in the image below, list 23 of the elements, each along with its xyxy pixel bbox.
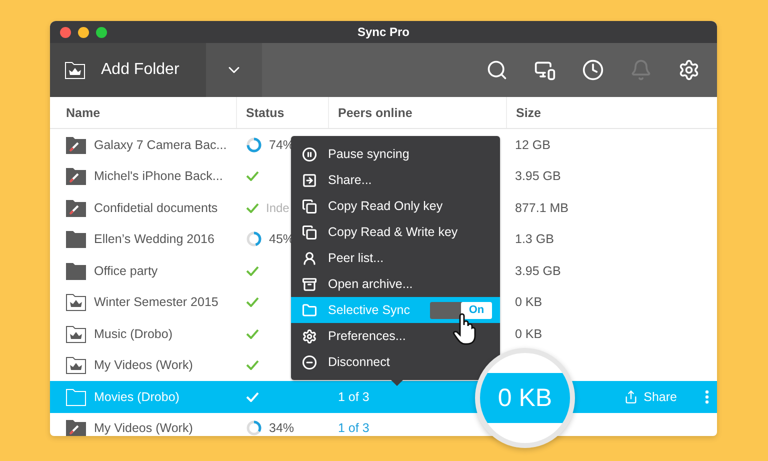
status-text: Inde bbox=[266, 200, 290, 215]
folder-size: 1.3 GB bbox=[514, 232, 554, 246]
magnified-size: 0 KB bbox=[498, 384, 552, 412]
peers-count: 1 of 3 bbox=[337, 390, 370, 404]
folder-name: Office party bbox=[94, 264, 158, 278]
folder-name: My Videos (Work) bbox=[94, 358, 193, 372]
progress-percent: 34% bbox=[269, 421, 294, 436]
folder-size: 12 GB bbox=[514, 138, 550, 152]
peers-count: 1 of 3 bbox=[337, 421, 370, 436]
folder-size: 0 KB bbox=[514, 326, 542, 341]
folder-name: Music (Drobo) bbox=[94, 326, 172, 341]
folder-name: Michel's iPhone Back... bbox=[94, 169, 223, 184]
folder-size: 3.95 GB bbox=[514, 264, 561, 278]
folder-name: My Videos (Work) bbox=[94, 421, 193, 436]
folder-name: Confidetial documents bbox=[94, 200, 218, 215]
folder-size: 877.1 MB bbox=[514, 200, 569, 215]
folder-name: Movies (Drobo) bbox=[94, 390, 180, 404]
folder-name: Ellen’s Wedding 2016 bbox=[94, 232, 214, 246]
folder-name: Galaxy 7 Camera Bac... bbox=[94, 138, 227, 152]
window-title: Sync Pro bbox=[357, 25, 410, 39]
folder-name: Winter Semester 2015 bbox=[94, 295, 218, 310]
folder-size: 0 KB bbox=[514, 295, 542, 310]
folder-size: 3.95 GB bbox=[514, 169, 561, 184]
